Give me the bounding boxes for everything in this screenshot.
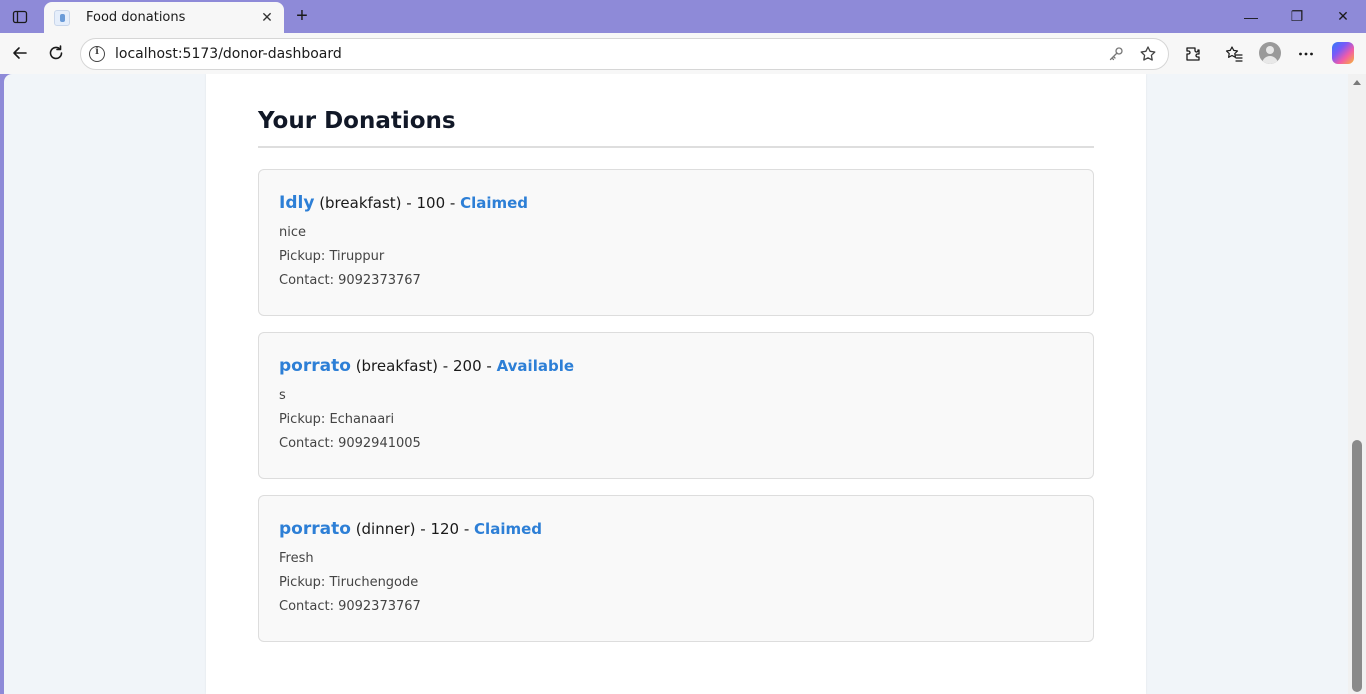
site-info-icon[interactable] xyxy=(89,46,105,62)
copilot-icon[interactable] xyxy=(1332,42,1354,64)
donation-meal: (dinner) xyxy=(355,520,416,538)
separator: - xyxy=(415,520,431,538)
donation-description: s xyxy=(279,388,286,403)
restore-icon[interactable]: ❐ xyxy=(1274,0,1320,33)
page-scrollbar[interactable] xyxy=(1348,74,1366,694)
extensions-icon[interactable] xyxy=(1181,42,1205,66)
separator: - xyxy=(401,194,417,212)
donation-pickup: Pickup: Tiruchengode xyxy=(279,575,419,590)
donation-quantity: 200 xyxy=(452,357,482,375)
title-bar: Food donations ✕ + — ❐ ✕ xyxy=(0,0,1366,33)
separator: - xyxy=(445,194,461,212)
donation-description: Fresh xyxy=(279,551,314,566)
donation-meal: (breakfast) xyxy=(319,194,402,212)
donation-quantity: 120 xyxy=(430,520,460,538)
browser-tab[interactable]: Food donations ✕ xyxy=(44,2,284,33)
favorite-star-icon[interactable] xyxy=(1136,42,1160,66)
scroll-up-icon[interactable] xyxy=(1353,80,1361,85)
profile-avatar[interactable] xyxy=(1259,42,1281,64)
page-title: Your Donations xyxy=(258,108,456,134)
tab-actions-icon[interactable] xyxy=(8,6,32,28)
separator: - xyxy=(459,520,475,538)
favorites-icon[interactable] xyxy=(1222,42,1246,66)
minimize-icon[interactable]: — xyxy=(1228,0,1274,33)
password-key-icon[interactable] xyxy=(1104,42,1128,66)
donation-pickup: Pickup: Echanaari xyxy=(279,412,395,427)
donation-name: Idly xyxy=(279,193,315,213)
dashboard-panel: Your Donations Idly (breakfast) - 100 - … xyxy=(206,74,1146,694)
donation-card: porrato (breakfast) - 200 - Available s … xyxy=(258,332,1094,479)
donation-headline: porrato (dinner) - 120 - Claimed xyxy=(279,516,1073,542)
more-options-icon[interactable] xyxy=(1294,42,1318,66)
site-favicon-icon xyxy=(54,9,70,26)
donation-quantity: 100 xyxy=(416,194,446,212)
donation-contact: Contact: 9092373767 xyxy=(279,273,421,288)
donation-headline: porrato (breakfast) - 200 - Available xyxy=(279,353,1073,379)
reload-icon[interactable] xyxy=(44,41,68,65)
donation-card: porrato (dinner) - 120 - Claimed Fresh P… xyxy=(258,495,1094,642)
donation-description: nice xyxy=(279,225,306,240)
address-bar[interactable]: localhost:5173/donor-dashboard xyxy=(80,38,1169,70)
title-divider xyxy=(258,146,1094,148)
new-tab-icon[interactable]: + xyxy=(290,5,314,27)
donation-contact: Contact: 9092941005 xyxy=(279,436,421,451)
back-icon[interactable] xyxy=(8,41,32,65)
status-badge: Available xyxy=(496,357,575,375)
scrollbar-thumb[interactable] xyxy=(1352,440,1362,692)
donation-contact: Contact: 9092373767 xyxy=(279,599,421,614)
separator: - xyxy=(481,357,497,375)
donation-name: porrato xyxy=(279,519,351,539)
url-text[interactable]: localhost:5173/donor-dashboard xyxy=(115,46,1104,62)
browser-toolbar: localhost:5173/donor-dashboard xyxy=(0,33,1366,74)
window-close-icon[interactable]: ✕ xyxy=(1320,0,1366,33)
separator: - xyxy=(438,357,453,375)
tab-title: Food donations xyxy=(86,10,186,25)
page-viewport: Your Donations Idly (breakfast) - 100 - … xyxy=(4,74,1348,694)
tab-close-icon[interactable]: ✕ xyxy=(258,9,276,26)
donation-meal: (breakfast) xyxy=(355,357,439,375)
donation-pickup: Pickup: Tiruppur xyxy=(279,249,385,264)
status-badge: Claimed xyxy=(460,194,529,212)
donation-card: Idly (breakfast) - 100 - Claimed nice Pi… xyxy=(258,169,1094,316)
status-badge: Claimed xyxy=(474,520,543,538)
donation-name: porrato xyxy=(279,356,351,376)
donation-headline: Idly (breakfast) - 100 - Claimed xyxy=(279,190,1073,216)
